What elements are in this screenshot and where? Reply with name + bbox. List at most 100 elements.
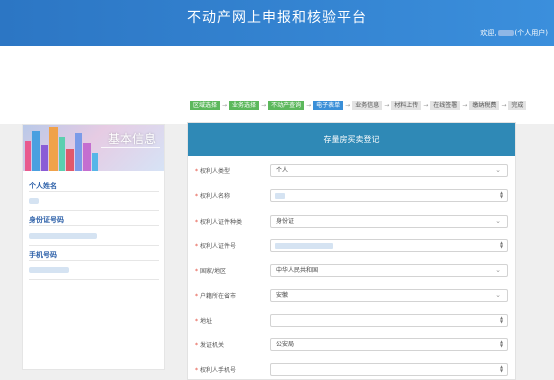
platform-title: 不动产网上申报和核验平台: [187, 10, 367, 26]
divider: [29, 260, 159, 261]
form-row: * 权利人证件种类 身份证 ⌄: [188, 213, 517, 231]
phone-value-blurred: [29, 267, 69, 273]
name-label: 个人姓名: [29, 182, 57, 190]
form-row: * 权利人证件号 ▲ ▼: [188, 237, 517, 255]
select-value: 个人: [276, 167, 289, 174]
field-label: * 权利人证件号: [195, 241, 236, 250]
form-row: * 权利人名称 ▲ ▼: [188, 187, 517, 205]
select-field[interactable]: 中华人民共和国 ⌄: [270, 264, 508, 277]
step-arrow-icon: →: [462, 101, 468, 109]
welcome-prefix: 欢迎,: [480, 29, 497, 37]
required-star-icon: *: [195, 219, 198, 226]
building-graphic: [41, 145, 48, 171]
phone-label: 手机号码: [29, 251, 57, 259]
text-input[interactable]: ▲ ▼: [270, 189, 508, 202]
text-input[interactable]: 公安局 ▲ ▼: [270, 338, 508, 351]
building-graphic: [92, 153, 98, 171]
select-value: 身份证: [276, 218, 295, 225]
field-label-text: 地址: [200, 318, 213, 325]
spinner-icon: ▲ ▼: [499, 339, 504, 348]
required-star-icon: *: [195, 168, 198, 175]
value-blurred: [275, 243, 333, 249]
divider: [29, 191, 159, 192]
top-header: 不动产网上申报和核验平台 欢迎, (个人用户): [0, 0, 554, 46]
step-3: 不动产查询: [268, 100, 305, 110]
select-value: 中华人民共和国: [276, 267, 319, 274]
step-arrow-icon: →: [384, 101, 390, 109]
step-6: 材料上传: [391, 100, 422, 110]
value-blurred: [275, 193, 285, 199]
field-label: * 权利人证件种类: [195, 217, 242, 226]
field-label: * 地址: [195, 316, 212, 325]
required-star-icon: *: [195, 367, 198, 374]
select-field[interactable]: 安徽 ⌄: [270, 289, 508, 302]
input-value: 公安局: [276, 341, 295, 348]
id-number-value-blurred: [29, 233, 97, 239]
welcome-suffix: (个人用户): [514, 29, 548, 37]
form-title: 存量房买卖登记: [188, 123, 515, 156]
content-area-top: [0, 46, 554, 124]
text-input[interactable]: ▲ ▼: [270, 239, 508, 252]
step-4: 电子表单: [313, 100, 344, 110]
step-9: 完成: [508, 100, 527, 110]
field-label-text: 权利人类型: [200, 168, 231, 175]
field-label-text: 权利人证件号: [200, 243, 237, 250]
sidebar-title: 基本信息: [107, 132, 156, 146]
divider: [29, 279, 159, 280]
user-name-blurred: [497, 30, 514, 36]
text-input[interactable]: ▲ ▼: [270, 363, 508, 376]
step-2: 业务选择: [229, 100, 260, 110]
field-label: * 国家/地区: [195, 266, 226, 275]
sidebar-banner: 基本信息: [23, 125, 164, 171]
form-row: * 户籍所在省市 安徽 ⌄: [188, 287, 517, 305]
form-row: * 国家/地区 中华人民共和国 ⌄: [188, 262, 517, 280]
chevron-down-icon: ⌄: [495, 266, 501, 274]
step-arrow-icon: →: [306, 101, 312, 109]
building-graphic: [83, 143, 91, 171]
id-number-label: 身份证号码: [29, 216, 64, 224]
step-5: 业务信息: [352, 100, 383, 110]
field-label: * 权利人名称: [195, 191, 230, 200]
select-field[interactable]: 身份证 ⌄: [270, 215, 508, 228]
progress-steps: 区域选择 → 业务选择 → 不动产查询 → 电子表单 → 业务信息 → 材料上传 → 在线签署 → 缴纳税费…: [190, 100, 527, 110]
name-value-blurred: [29, 198, 39, 204]
step-arrow-icon: →: [501, 101, 507, 109]
field-label: * 发证机关: [195, 340, 224, 349]
form-row: * 权利人类型 个人 ⌄: [188, 162, 517, 180]
required-star-icon: *: [195, 318, 198, 325]
required-star-icon: *: [195, 293, 198, 300]
building-graphic: [59, 137, 65, 171]
step-arrow-icon: →: [423, 101, 429, 109]
divider: [29, 210, 159, 211]
field-label-text: 权利人名称: [200, 193, 231, 200]
building-graphic: [49, 127, 58, 171]
spinner-icon: ▲ ▼: [499, 190, 504, 199]
field-label-text: 国家/地区: [200, 268, 227, 275]
step-1: 区域选择: [190, 100, 221, 110]
required-star-icon: *: [195, 243, 198, 250]
spinner-icon: ▲ ▼: [499, 240, 504, 249]
form-row: * 发证机关 公安局 ▲ ▼: [188, 336, 517, 354]
required-star-icon: *: [195, 268, 198, 275]
divider: [29, 245, 159, 246]
building-graphic: [25, 141, 31, 171]
chevron-down-icon: ⌄: [495, 166, 501, 174]
form-row: * 地址 ▲ ▼: [188, 312, 517, 330]
field-label: * 户籍所在省市: [195, 291, 236, 300]
field-label: * 权利人类型: [195, 166, 230, 175]
welcome-text: 欢迎, (个人用户): [480, 28, 548, 38]
building-graphic: [66, 149, 74, 171]
building-graphic: [32, 131, 40, 171]
spinner-icon: ▲ ▼: [499, 315, 504, 324]
step-arrow-icon: →: [261, 101, 267, 109]
select-field[interactable]: 个人 ⌄: [270, 164, 508, 177]
step-arrow-icon: →: [345, 101, 351, 109]
divider: [29, 225, 159, 226]
registration-form-panel: 存量房买卖登记 * 权利人类型 个人 ⌄ * 权利人名称 ▲ ▼ * 权利人证件种类 身份证 ⌄ * 权利…: [187, 122, 516, 380]
text-input[interactable]: ▲ ▼: [270, 314, 508, 327]
title-underline: [101, 147, 160, 148]
field-label-text: 发证机关: [200, 342, 225, 349]
step-7: 在线签署: [430, 100, 461, 110]
field-label-text: 权利人手机号: [200, 367, 237, 374]
sidebar-basic-info: 基本信息 个人姓名 身份证号码 手机号码: [22, 124, 165, 370]
